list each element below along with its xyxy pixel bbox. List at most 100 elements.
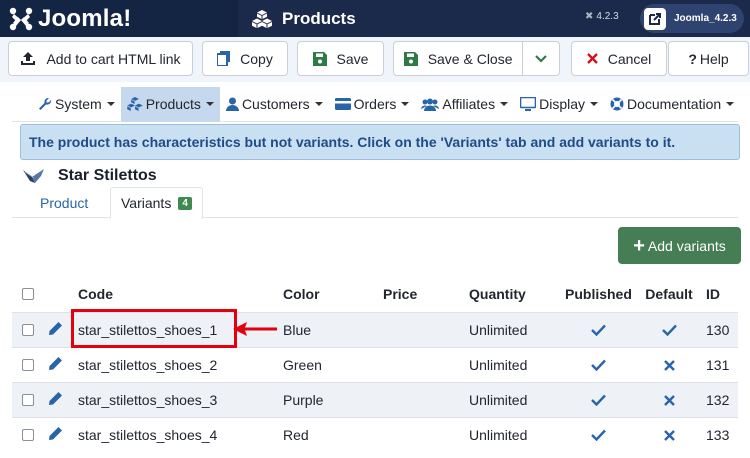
joomla-logo[interactable]: Joomla! xyxy=(0,0,238,37)
row-checkbox[interactable] xyxy=(22,394,34,406)
tab-product-label: Product xyxy=(40,194,89,211)
tab-product[interactable]: Product xyxy=(40,187,88,218)
caret-down-icon xyxy=(590,102,598,106)
default-toggle[interactable] xyxy=(642,394,696,406)
table-row: star_stilettos_shoes_4 Red Unlimited 133 xyxy=(12,417,738,452)
variant-id: 132 xyxy=(706,392,730,408)
version-info: ✖ 4.2.3 xyxy=(585,11,619,22)
tab-variants[interactable]: Variants 4 xyxy=(110,187,203,219)
menu-affiliates[interactable]: Affiliates xyxy=(415,87,514,122)
header-published[interactable]: Published xyxy=(565,286,632,302)
site-link-label: Joomla_4.2.3 xyxy=(674,13,737,24)
cancel-label: Cancel xyxy=(607,50,652,67)
toolbar: Add to cart HTML link Copy Save Save & C… xyxy=(0,37,750,82)
published-toggle[interactable] xyxy=(565,429,631,441)
joomla-small-icon: ✖ xyxy=(585,11,594,22)
table-header: Code Color Price Quantity Published Defa… xyxy=(12,276,738,312)
variant-quantity: Unlimited xyxy=(469,322,528,338)
upload-icon xyxy=(20,51,36,66)
menu-customers-label: Customers xyxy=(241,96,310,112)
check-icon xyxy=(590,429,606,441)
variant-id: 133 xyxy=(706,427,730,443)
joomla-logo-icon xyxy=(9,7,33,30)
save-button[interactable]: Save xyxy=(297,41,384,76)
variant-color: Blue xyxy=(283,322,312,338)
variant-code[interactable]: star_stilettos_shoes_3 xyxy=(78,392,217,408)
edit-button[interactable] xyxy=(48,426,63,444)
header-default[interactable]: Default xyxy=(642,286,696,302)
cubes-icon xyxy=(126,97,143,111)
row-checkbox[interactable] xyxy=(22,429,34,441)
variants-count-badge: 4 xyxy=(178,196,192,210)
row-checkbox[interactable] xyxy=(22,359,34,371)
cancel-button[interactable]: Cancel xyxy=(571,41,667,76)
default-toggle[interactable] xyxy=(642,429,696,441)
header-quantity[interactable]: Quantity xyxy=(469,286,526,302)
save-close-button[interactable]: Save & Close xyxy=(394,42,524,75)
save-dropdown-toggle[interactable] xyxy=(523,42,559,75)
variant-quantity: Unlimited xyxy=(469,427,528,443)
published-toggle[interactable] xyxy=(565,394,631,406)
menu-system-label: System xyxy=(55,96,102,112)
variant-id: 130 xyxy=(706,322,730,338)
edit-button[interactable] xyxy=(48,321,63,339)
variant-id: 131 xyxy=(706,357,730,373)
users-icon xyxy=(421,98,440,111)
caret-down-icon xyxy=(500,102,509,106)
menu-documentation-label: Documentation xyxy=(627,96,722,112)
select-all-checkbox[interactable] xyxy=(22,288,34,300)
published-toggle[interactable] xyxy=(565,324,631,336)
pencil-icon xyxy=(49,392,62,405)
menu-display[interactable]: Display xyxy=(514,87,604,122)
row-checkbox[interactable] xyxy=(22,324,34,336)
header-code[interactable]: Code xyxy=(78,286,113,302)
product-title: Star Stilettos xyxy=(22,165,157,187)
monitor-icon xyxy=(520,97,537,111)
menu-affiliates-label: Affiliates xyxy=(442,96,496,112)
menu-system[interactable]: System xyxy=(32,87,121,122)
help-button[interactable]: ? Help xyxy=(668,41,749,76)
variants-table: Code Color Price Quantity Published Defa… xyxy=(12,276,738,452)
menu-products[interactable]: Products xyxy=(120,86,220,122)
credit-card-icon xyxy=(334,98,351,110)
arrow-left-icon xyxy=(233,322,277,336)
variant-quantity: Unlimited xyxy=(469,357,528,373)
default-toggle[interactable] xyxy=(642,324,696,336)
edit-button[interactable] xyxy=(48,391,63,409)
header-color[interactable]: Color xyxy=(283,286,320,302)
add-to-cart-link-button[interactable]: Add to cart HTML link xyxy=(8,41,193,76)
check-icon xyxy=(661,324,677,336)
external-link-icon xyxy=(644,7,666,30)
header-price[interactable]: Price xyxy=(383,286,417,302)
life-ring-icon xyxy=(610,97,624,111)
caret-down-icon xyxy=(314,102,323,106)
header-id[interactable]: ID xyxy=(706,286,720,302)
caret-down-icon xyxy=(401,102,410,106)
alert-message: The product has characteristics but not … xyxy=(29,134,676,150)
variant-code[interactable]: star_stilettos_shoes_2 xyxy=(78,357,217,373)
edit-button[interactable] xyxy=(48,356,63,374)
pencil-icon xyxy=(49,357,62,370)
copy-button[interactable]: Copy xyxy=(202,41,288,76)
wrench-icon xyxy=(38,97,52,111)
menu-orders[interactable]: Orders xyxy=(329,87,416,122)
variant-color: Green xyxy=(283,357,322,373)
user-icon xyxy=(225,97,239,111)
close-icon xyxy=(663,429,675,441)
table-row: star_stilettos_shoes_2 Green Unlimited 131 xyxy=(12,347,738,382)
add-variants-label: Add variants xyxy=(647,237,726,254)
page-title: Products xyxy=(282,8,356,28)
variant-quantity: Unlimited xyxy=(469,392,528,408)
variant-color: Purple xyxy=(283,392,324,408)
header-bar: Joomla! Products ✖ 4.2.3 Joomla_4.2.3 xyxy=(0,0,750,37)
add-variants-button[interactable]: + Add variants xyxy=(618,227,741,264)
product-name: Star Stilettos xyxy=(58,167,157,184)
save-label: Save xyxy=(336,50,369,67)
caret-down-icon xyxy=(205,102,214,106)
menu-customers[interactable]: Customers xyxy=(220,87,329,122)
published-toggle[interactable] xyxy=(565,359,631,371)
site-link-button[interactable]: Joomla_4.2.3 xyxy=(640,4,744,33)
menu-documentation[interactable]: Documentation xyxy=(604,87,740,122)
default-toggle[interactable] xyxy=(642,359,696,371)
variant-code[interactable]: star_stilettos_shoes_4 xyxy=(78,427,217,443)
